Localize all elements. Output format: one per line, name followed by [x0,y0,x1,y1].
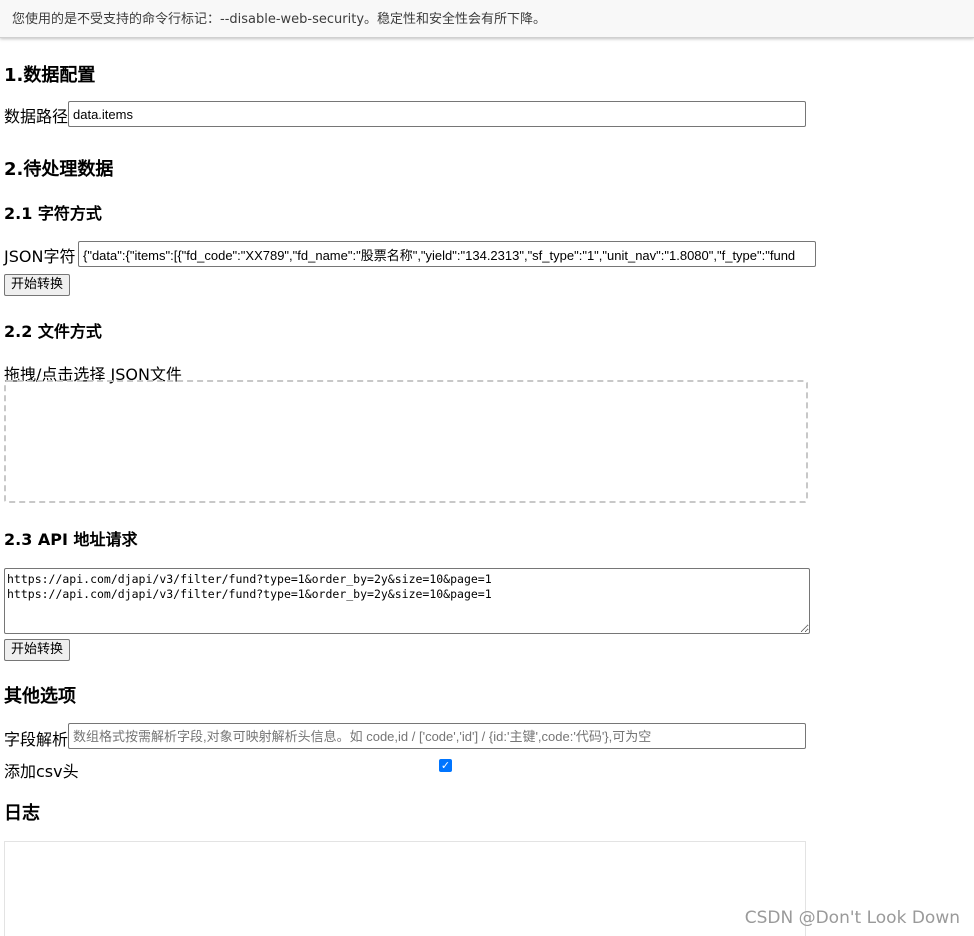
section-title-log: 日志 [4,803,40,824]
subsection-title-string-mode: 2.1 字符方式 [4,204,102,223]
convert-api-button[interactable]: 开始转换 [4,639,71,661]
section-title-other-options: 其他选项 [4,686,76,707]
data-path-label: 数据路径 [4,107,69,126]
log-output-box [4,841,806,936]
checkmark-icon: ✓ [440,759,451,772]
subsection-title-api-mode: 2.3 API 地址请求 [4,530,138,549]
field-parse-label: 字段解析 [4,730,69,749]
unsupported-flag-infobar: 您使用的是不受支持的命令行标记：--disable-web-security。稳… [0,0,974,38]
field-parse-input[interactable] [68,723,806,749]
json-string-label: JSON字符 [4,247,76,266]
api-urls-textarea[interactable]: https://api.com/djapi/v3/filter/fund?typ… [4,568,810,634]
section-title-data-config: 1.数据配置 [4,65,96,86]
infobar-message: 您使用的是不受支持的命令行标记：--disable-web-security。稳… [12,12,547,27]
csv-header-checkbox[interactable]: ✓ [439,759,452,772]
json-string-input[interactable] [78,241,816,267]
subsection-title-file-mode: 2.2 文件方式 [4,322,102,341]
data-path-input[interactable] [68,101,806,127]
csdn-watermark: CSDN @Don't Look Down [744,908,960,928]
json-file-dropzone[interactable] [4,380,808,503]
convert-string-button[interactable]: 开始转换 [4,274,71,296]
section-title-pending-data: 2.待处理数据 [4,159,114,180]
csv-header-label: 添加csv头 [4,762,79,781]
